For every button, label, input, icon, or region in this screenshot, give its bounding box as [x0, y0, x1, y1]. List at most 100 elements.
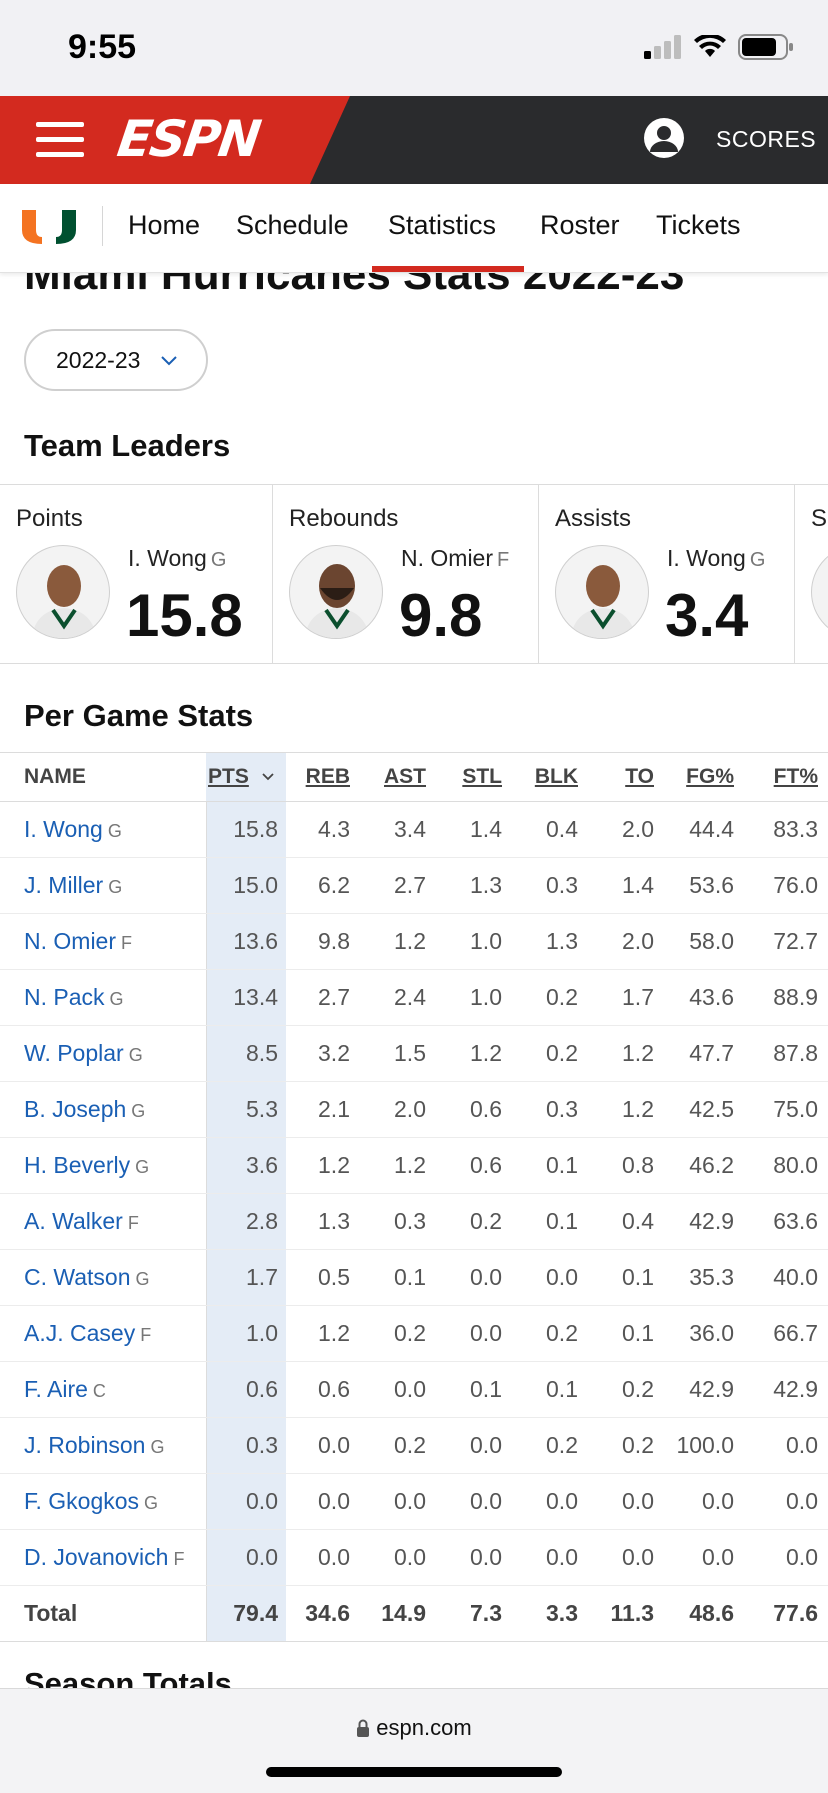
stat-blk: 0.1	[512, 1193, 588, 1250]
player-link[interactable]: J. Robinson	[24, 1432, 145, 1458]
stat-fg-pct: 47.7	[664, 1025, 744, 1082]
stat-pts: 0.3	[206, 1417, 286, 1474]
player-link[interactable]: H. Beverly	[24, 1152, 130, 1178]
wifi-icon	[694, 35, 726, 57]
stat-fg-pct: 46.2	[664, 1137, 744, 1194]
player-position: G	[108, 877, 123, 897]
stat-ast: 1.5	[360, 1025, 436, 1082]
user-account-icon[interactable]	[644, 118, 684, 158]
player-link[interactable]: B. Joseph	[24, 1096, 126, 1122]
hamburger-menu-icon[interactable]	[36, 122, 84, 158]
leader-card-points[interactable]: Points I. Wong G 15.8	[0, 485, 273, 663]
per-game-stats-heading: Per Game Stats	[24, 698, 254, 733]
player-link[interactable]: F. Aire	[24, 1376, 88, 1402]
player-link[interactable]: N. Omier	[24, 928, 116, 954]
leader-card-assists[interactable]: Assists I. Wong G 3.4	[539, 485, 795, 663]
leader-player[interactable]: N. Omier F	[401, 545, 509, 572]
tab-statistics[interactable]: Statistics	[388, 210, 496, 241]
team-leaders-carousel[interactable]: Points I. Wong G 15.8 Rebounds N. Omier F …	[0, 484, 828, 664]
player-link[interactable]: C. Watson	[24, 1264, 131, 1290]
col-header-ft-pct[interactable]: FT%	[744, 752, 828, 802]
stat-fg-pct: 42.9	[664, 1361, 744, 1418]
player-link[interactable]: F. Gkogkos	[24, 1488, 139, 1514]
player-name-cell[interactable]: A.J. Casey F	[0, 1305, 207, 1362]
status-time: 9:55	[68, 28, 137, 66]
player-link[interactable]: I. Wong	[24, 816, 103, 842]
stat-blk: 0.1	[512, 1361, 588, 1418]
stat-to: 0.4	[588, 1193, 664, 1250]
stat-to: 0.1	[588, 1305, 664, 1362]
player-name-cell[interactable]: J. Miller G	[0, 857, 207, 914]
col-header-pts[interactable]: PTS	[206, 752, 286, 802]
stat-ast: 2.7	[360, 857, 436, 914]
player-position: G	[131, 1101, 146, 1121]
stat-stl: 0.6	[436, 1081, 512, 1138]
player-link[interactable]: W. Poplar	[24, 1040, 124, 1066]
stat-stl: 0.0	[436, 1529, 512, 1586]
stat-pts: 1.0	[206, 1305, 286, 1362]
player-name-cell[interactable]: F. Aire C	[0, 1361, 207, 1418]
col-header-fg-pct[interactable]: FG%	[664, 752, 744, 802]
tab-roster[interactable]: Roster	[540, 210, 620, 241]
player-name-cell[interactable]: B. Joseph G	[0, 1081, 207, 1138]
stat-ft-pct: 63.6	[744, 1193, 828, 1250]
stat-ast: 0.3	[360, 1193, 436, 1250]
player-name-cell[interactable]: N. Omier F	[0, 913, 207, 970]
player-name-cell[interactable]: W. Poplar G	[0, 1025, 207, 1082]
player-name-cell[interactable]: D. Jovanovich F	[0, 1529, 207, 1586]
player-headshot	[811, 545, 828, 639]
table-row: W. Poplar G 8.5 3.2 1.5 1.2 0.2 1.2 47.7 87.8	[0, 1025, 828, 1082]
stat-ast: 0.2	[360, 1417, 436, 1474]
tab-schedule[interactable]: Schedule	[236, 210, 349, 241]
tab-home[interactable]: Home	[128, 210, 200, 241]
player-link[interactable]: A.J. Casey	[24, 1320, 135, 1346]
leader-player[interactable]: I. Wong G	[667, 545, 765, 572]
player-name-cell: Total	[0, 1585, 207, 1642]
col-header-stl[interactable]: STL	[436, 752, 512, 802]
col-header-ast[interactable]: AST	[360, 752, 436, 802]
table-row: A.J. Casey F 1.0 1.2 0.2 0.0 0.2 0.1 36.0 66.7	[0, 1305, 828, 1362]
leader-player[interactable]: I. Wong G	[128, 545, 226, 572]
browser-url[interactable]: espn.com	[0, 1715, 828, 1741]
season-dropdown-value: 2022-23	[56, 346, 141, 373]
player-name-cell[interactable]: A. Walker F	[0, 1193, 207, 1250]
player-position: G	[109, 989, 124, 1009]
player-name-cell[interactable]: C. Watson G	[0, 1249, 207, 1306]
stat-ft-pct: 80.0	[744, 1137, 828, 1194]
player-link[interactable]: D. Jovanovich	[24, 1544, 168, 1570]
stat-fg-pct: 44.4	[664, 801, 744, 858]
stat-reb: 0.0	[286, 1529, 360, 1586]
player-link[interactable]: A. Walker	[24, 1208, 123, 1234]
stat-ft-pct: 0.0	[744, 1529, 828, 1586]
leader-category: Points	[16, 505, 83, 532]
player-name-cell[interactable]: H. Beverly G	[0, 1137, 207, 1194]
stat-stl: 0.0	[436, 1305, 512, 1362]
player-link[interactable]: N. Pack	[24, 984, 105, 1010]
col-header-blk[interactable]: BLK	[512, 752, 588, 802]
player-name-cell[interactable]: F. Gkogkos G	[0, 1473, 207, 1530]
col-header-reb[interactable]: REB	[286, 752, 360, 802]
player-headshot	[289, 545, 383, 639]
player-name-cell[interactable]: I. Wong G	[0, 801, 207, 858]
player-name-cell[interactable]: N. Pack G	[0, 969, 207, 1026]
stat-blk: 0.3	[512, 857, 588, 914]
col-header-to[interactable]: TO	[588, 752, 664, 802]
leader-card-rebounds[interactable]: Rebounds N. Omier F 9.8	[273, 485, 539, 663]
player-name-cell[interactable]: J. Robinson G	[0, 1417, 207, 1474]
stat-fg-pct: 48.6	[664, 1585, 744, 1642]
stat-ast: 0.2	[360, 1305, 436, 1362]
season-dropdown[interactable]: 2022-23	[24, 329, 208, 391]
espn-logo[interactable]: ESPN	[114, 110, 263, 168]
stat-ft-pct: 0.0	[744, 1473, 828, 1530]
stat-fg-pct: 53.6	[664, 857, 744, 914]
scores-link[interactable]: SCORES	[716, 126, 816, 153]
leader-category: Assists	[555, 505, 632, 532]
table-row: F. Gkogkos G 0.0 0.0 0.0 0.0 0.0 0.0 0.0 0.0	[0, 1473, 828, 1530]
stat-reb: 0.6	[286, 1361, 360, 1418]
table-row: N. Pack G 13.4 2.7 2.4 1.0 0.2 1.7 43.6 88.9	[0, 969, 828, 1026]
stat-blk: 0.2	[512, 969, 588, 1026]
leader-card-partial[interactable]: S	[795, 485, 828, 663]
tab-tickets[interactable]: Tickets	[656, 210, 741, 241]
player-link[interactable]: J. Miller	[24, 872, 103, 898]
um-logo[interactable]	[20, 210, 78, 244]
